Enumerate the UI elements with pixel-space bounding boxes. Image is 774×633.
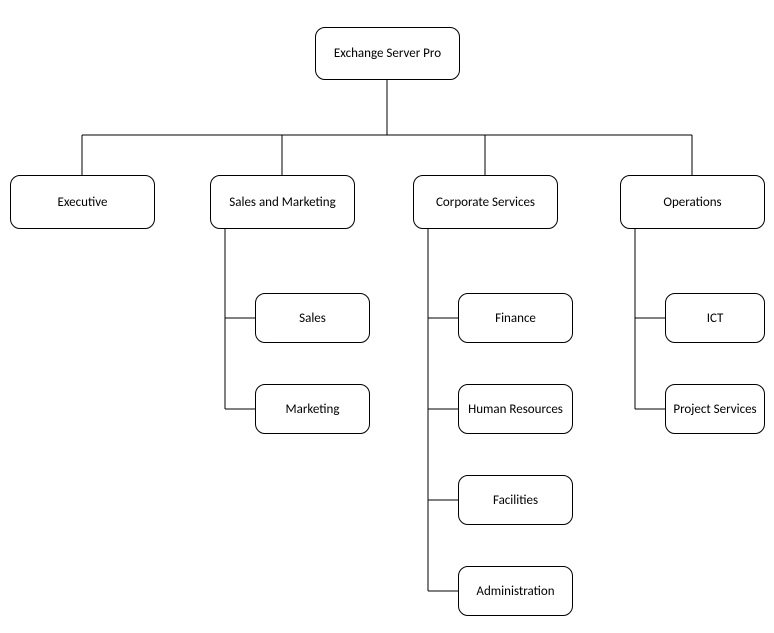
node-operations: Operations: [620, 175, 765, 229]
node-marketing: Marketing: [255, 384, 370, 434]
node-administration-label: Administration: [476, 584, 554, 599]
node-human-resources: Human Resources: [458, 384, 573, 434]
node-corporate-services-label: Corporate Services: [436, 195, 535, 210]
node-ict-label: ICT: [707, 311, 724, 326]
node-administration: Administration: [458, 566, 573, 616]
node-sales: Sales: [255, 293, 370, 343]
node-root-label: Exchange Server Pro: [334, 46, 441, 61]
node-ict: ICT: [665, 293, 765, 343]
node-finance-label: Finance: [495, 311, 536, 326]
org-chart-connectors: [0, 0, 774, 633]
node-sales-label: Sales: [299, 311, 326, 326]
node-corporate-services: Corporate Services: [413, 175, 558, 229]
node-operations-label: Operations: [663, 195, 721, 210]
node-project-services: Project Services: [665, 384, 765, 434]
node-finance: Finance: [458, 293, 573, 343]
node-executive: Executive: [10, 175, 155, 229]
node-facilities-label: Facilities: [493, 493, 538, 508]
node-human-resources-label: Human Resources: [468, 402, 563, 417]
node-executive-label: Executive: [58, 195, 108, 210]
node-facilities: Facilities: [458, 475, 573, 525]
node-sales-and-marketing: Sales and Marketing: [210, 175, 355, 229]
node-sales-and-marketing-label: Sales and Marketing: [229, 195, 335, 210]
node-root: Exchange Server Pro: [315, 27, 460, 80]
node-project-services-label: Project Services: [673, 402, 756, 417]
node-marketing-label: Marketing: [286, 402, 340, 417]
